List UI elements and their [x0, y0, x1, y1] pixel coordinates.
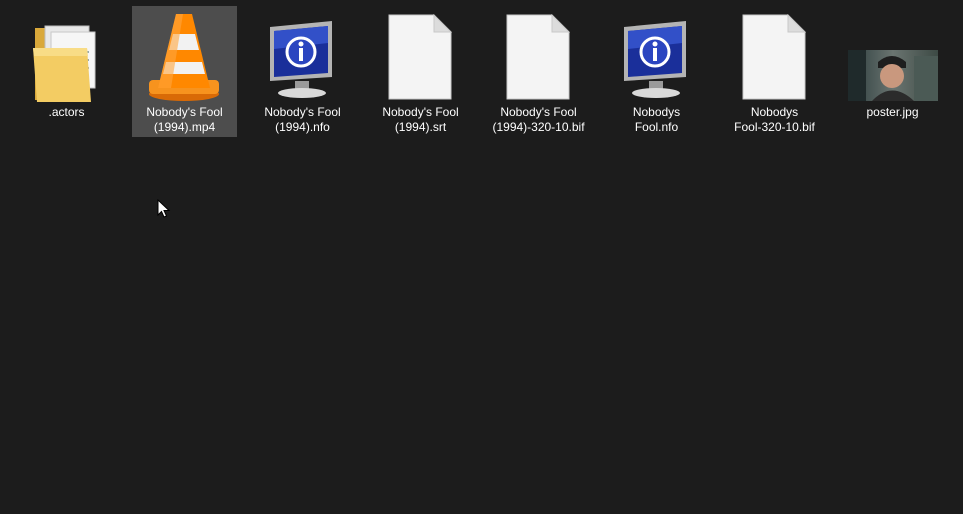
folder-icon — [14, 6, 119, 106]
file-item-nfo-2[interactable]: Nobodys Fool.nfo — [604, 6, 709, 137]
file-label: .actors — [48, 105, 85, 119]
file-label: Nobody's Fool (1994).nfo — [264, 105, 341, 134]
blank-file-icon — [486, 6, 591, 106]
file-label: poster.jpg — [866, 105, 919, 119]
blank-file-icon — [722, 6, 827, 106]
file-label: Nobody's Fool (1994).mp4 — [146, 105, 223, 134]
file-item-nfo[interactable]: Nobody's Fool (1994).nfo — [250, 6, 355, 137]
file-item-srt[interactable]: Nobody's Fool (1994).srt — [368, 6, 473, 137]
file-label: Nobodys Fool.nfo — [632, 105, 681, 134]
file-item-actors-folder[interactable]: .actors — [14, 6, 119, 137]
file-item-poster[interactable]: poster.jpg — [840, 6, 945, 137]
file-item-mp4-video[interactable]: Nobody's Fool (1994).mp4 — [132, 6, 237, 137]
info-monitor-icon — [604, 6, 709, 106]
poster-thumbnail — [848, 50, 938, 101]
image-thumbnail-icon — [840, 6, 945, 106]
file-item-bif-2[interactable]: Nobodys Fool-320-10.bif — [722, 6, 827, 137]
blank-file-icon — [368, 6, 473, 106]
file-label: Nobody's Fool (1994)-320-10.bif — [492, 105, 585, 134]
vlc-cone-icon — [132, 6, 237, 106]
file-label: Nobody's Fool (1994).srt — [382, 105, 459, 134]
file-item-bif[interactable]: Nobody's Fool (1994)-320-10.bif — [486, 6, 591, 137]
mouse-cursor-icon — [157, 198, 171, 224]
file-label: Nobodys Fool-320-10.bif — [734, 105, 815, 134]
info-monitor-icon — [250, 6, 355, 106]
